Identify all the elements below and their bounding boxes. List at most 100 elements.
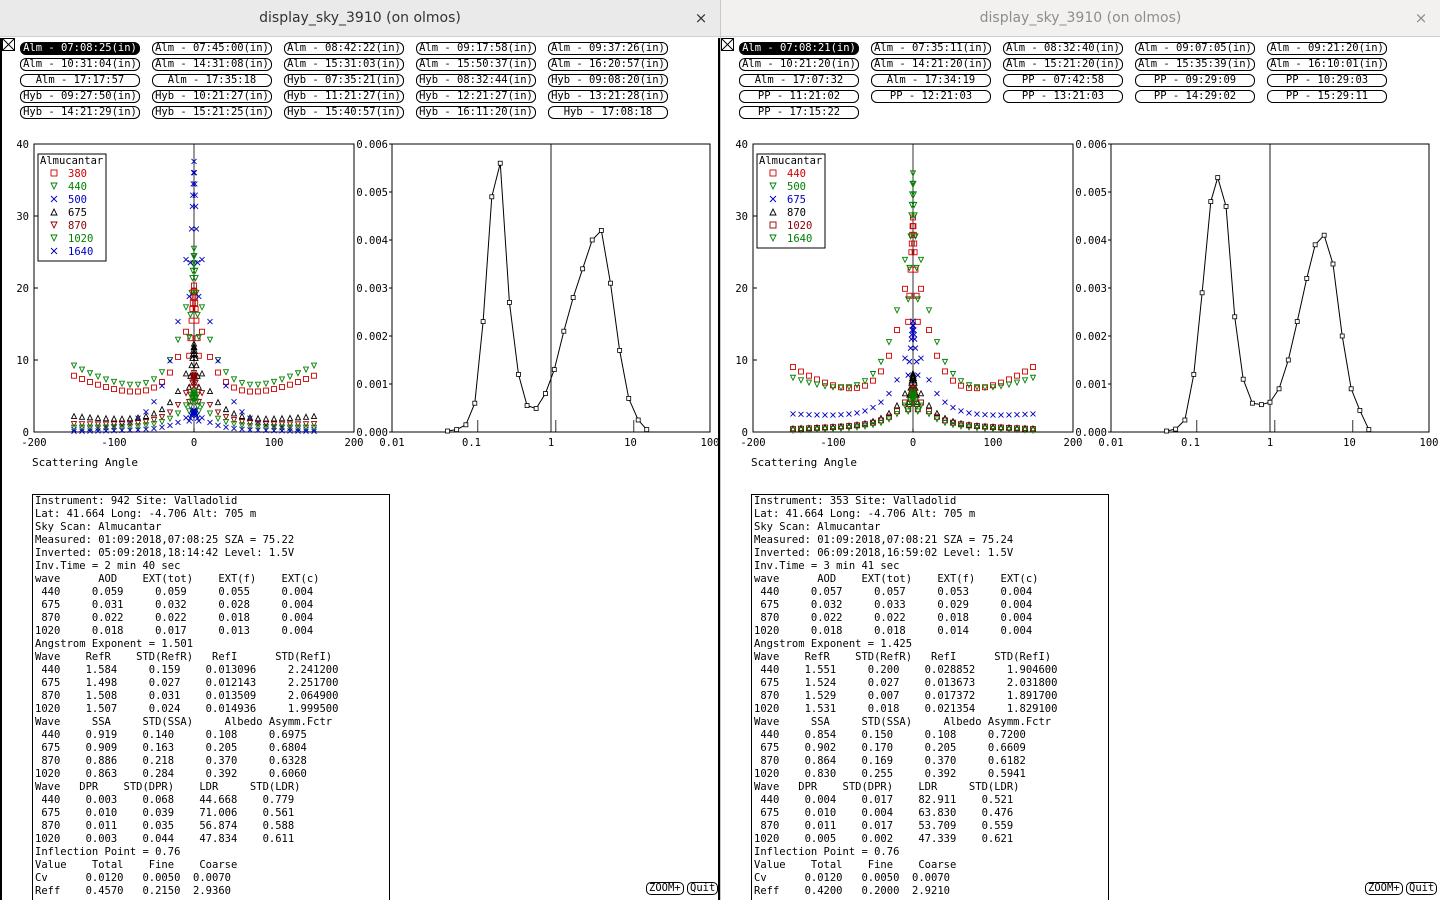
scan-button[interactable]: Hyb - 14:21:29(in) [20, 106, 140, 119]
scan-button[interactable]: PP - 12:21:03 [871, 90, 991, 103]
data-point [902, 355, 908, 361]
scan-button[interactable]: Alm - 15:35:39(in) [1135, 58, 1255, 71]
data-point [894, 327, 900, 333]
data-point [198, 390, 206, 397]
data-point [933, 409, 941, 417]
scan-button[interactable]: Hyb - 13:21:28(in) [548, 90, 668, 103]
data-point [94, 373, 102, 381]
scan-button[interactable]: Alm - 17:35:18 [152, 74, 272, 87]
scan-button[interactable]: Alm - 09:07:05(in) [1135, 42, 1255, 55]
scan-button[interactable]: PP - 11:21:02 [739, 90, 859, 103]
scan-button[interactable]: Alm - 10:21:20(in) [739, 58, 859, 71]
data-point [222, 414, 230, 421]
data-point [1014, 411, 1020, 418]
y-tick-label: 0 [23, 427, 29, 439]
data-point [942, 368, 948, 375]
legend-label: 380 [68, 168, 87, 180]
psd-point [580, 266, 586, 272]
data-point [934, 390, 940, 397]
scan-button[interactable]: PP - 15:29:11 [1267, 90, 1387, 103]
legend: Almucantar38044050067587010201640 [37, 153, 107, 262]
info-line: Cv 0.0120 0.0050 0.0070 [754, 872, 950, 884]
data-point [207, 353, 213, 360]
scan-button[interactable]: Alm - 08:32:40(in) [1003, 42, 1123, 55]
psd-point [454, 427, 460, 433]
info-line: 1020 0.018 0.018 0.014 0.004 [754, 625, 1033, 637]
scan-button[interactable]: Alm - 14:31:08(in) [152, 58, 272, 71]
scan-button[interactable]: Alm - 17:34:19 [871, 74, 991, 87]
data-point [998, 412, 1004, 418]
close-icon[interactable]: × [692, 9, 710, 27]
data-point [914, 372, 921, 378]
scan-button[interactable]: Alm - 07:08:25(in) [20, 42, 140, 55]
scan-button[interactable]: Hyb - 17:08:18 [548, 106, 668, 119]
psd-point [524, 403, 530, 409]
scan-button[interactable]: PP - 13:21:03 [1003, 90, 1123, 103]
scan-button[interactable]: Hyb - 11:21:27(in) [284, 90, 404, 103]
scan-button[interactable]: Alm - 15:50:37(in) [416, 58, 536, 71]
scan-button[interactable]: Alm - 07:35:11(in) [871, 42, 991, 55]
scan-button[interactable]: Alm - 15:21:20(in) [1003, 58, 1123, 71]
psd-point [570, 295, 576, 301]
data-point [870, 404, 876, 411]
data-point [263, 387, 269, 394]
scan-button[interactable]: Alm - 09:21:20(in) [1267, 42, 1387, 55]
data-point [158, 369, 166, 376]
psd-point [1357, 407, 1363, 413]
scan-button[interactable]: Alm - 17:17:57 [20, 74, 140, 87]
scan-button[interactable]: Alm - 10:31:04(in) [20, 58, 140, 71]
zoom-button[interactable]: ZOOM+ [646, 882, 684, 895]
scan-button[interactable]: Alm - 07:45:00(in) [152, 42, 272, 55]
info-line: 440 0.004 0.017 82.911 0.521 [754, 794, 1014, 806]
window-titlebar[interactable]: display_sky_3910 (on olmos) × [0, 0, 720, 37]
scan-button[interactable]: Hyb - 07:35:21(in) [284, 74, 404, 87]
data-point [86, 413, 94, 421]
data-point [174, 336, 182, 344]
scan-button[interactable]: PP - 17:15:22 [739, 106, 859, 119]
scan-button[interactable]: Hyb - 10:21:27(in) [152, 90, 272, 103]
scan-button[interactable]: Hyb - 12:21:27(in) [416, 90, 536, 103]
data-point [286, 373, 294, 381]
scan-button[interactable]: Hyb - 15:40:57(in) [284, 106, 404, 119]
scan-button[interactable]: Hyb - 09:27:50(in) [20, 90, 140, 103]
scan-button[interactable]: Alm - 07:08:21(in) [739, 42, 859, 55]
info-line: Value Total Fine Coarse [754, 859, 957, 871]
quit-button[interactable]: Quit [1406, 882, 1438, 895]
y-tick-label: 0.002 [356, 331, 388, 343]
scan-button[interactable]: Hyb - 08:32:44(in) [416, 74, 536, 87]
scan-button[interactable]: Alm - 15:31:03(in) [284, 58, 404, 71]
close-icon[interactable]: × [1412, 9, 1430, 27]
quit-button[interactable]: Quit [687, 882, 719, 895]
data-point [854, 410, 860, 416]
psd-point [626, 395, 632, 401]
y-tick-label: 10 [16, 355, 29, 367]
zoom-button[interactable]: ZOOM+ [1365, 882, 1403, 895]
psd-point [551, 367, 557, 373]
data-point [1006, 376, 1012, 383]
psd-point [1285, 357, 1291, 363]
scan-button[interactable]: PP - 07:42:58 [1003, 74, 1123, 87]
x-tick-label: -100 [101, 437, 126, 449]
scan-button[interactable]: PP - 09:29:09 [1135, 74, 1255, 87]
data-point [230, 376, 238, 383]
x-tick-label: 1 [548, 437, 554, 449]
data-point [798, 368, 804, 375]
scan-button[interactable]: PP - 10:29:03 [1267, 74, 1387, 87]
info-line: Reff 0.4200 0.2000 2.9210 [754, 885, 950, 897]
info-line: 675 0.010 0.039 71.006 0.561 [35, 807, 295, 819]
scan-button[interactable]: Alm - 16:20:57(in) [548, 58, 668, 71]
scan-button[interactable]: Alm - 14:21:20(in) [871, 58, 991, 71]
scan-button[interactable]: Hyb - 16:11:20(in) [416, 106, 536, 119]
scan-button[interactable]: Alm - 08:42:22(in) [284, 42, 404, 55]
scan-button[interactable]: Hyb - 09:08:20(in) [548, 74, 668, 87]
data-point [199, 328, 205, 335]
data-point [199, 256, 205, 263]
scan-button[interactable]: Alm - 09:37:26(in) [548, 42, 668, 55]
scan-button[interactable]: Alm - 17:07:32 [739, 74, 859, 87]
info-line: Lat: 41.664 Long: -4.706 Alt: 705 m [754, 508, 976, 520]
scan-button[interactable]: Alm - 16:10:01(in) [1267, 58, 1387, 71]
window-titlebar[interactable]: display_sky_3910 (on olmos) × [721, 0, 1440, 37]
scan-button[interactable]: PP - 14:29:02 [1135, 90, 1255, 103]
scan-button[interactable]: Hyb - 15:21:25(in) [152, 106, 272, 119]
scan-button[interactable]: Alm - 09:17:58(in) [416, 42, 536, 55]
